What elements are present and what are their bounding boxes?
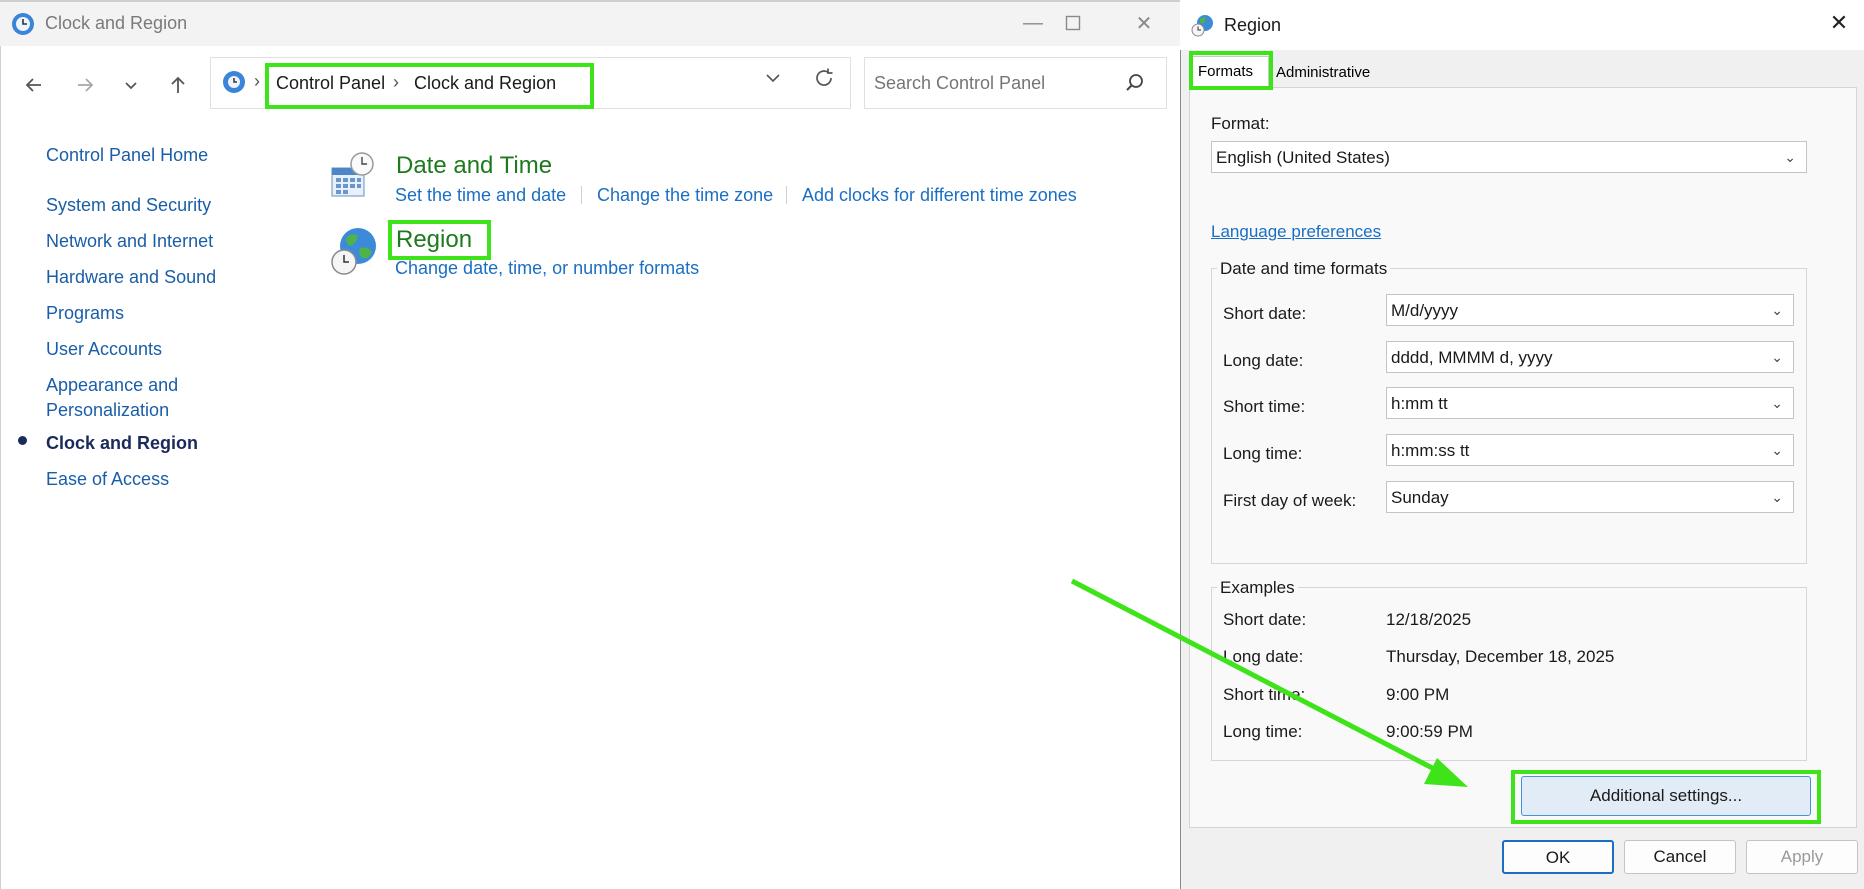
example-short-time-value: 9:00 PM xyxy=(1386,685,1450,704)
nav-appearance-line2[interactable]: Personalization xyxy=(46,400,169,421)
short-date-dropdown[interactable]: M/d/yyyy ⌄ xyxy=(1386,294,1794,326)
refresh-icon[interactable] xyxy=(810,66,838,94)
first-day-of-week-dropdown[interactable]: Sunday ⌄ xyxy=(1386,481,1794,513)
nav-ease-of-access[interactable]: Ease of Access xyxy=(46,469,169,490)
region-title-link[interactable]: Region xyxy=(396,226,472,254)
chevron-down-icon: ⌄ xyxy=(1771,489,1783,505)
example-short-date-label: Short date: xyxy=(1223,610,1307,629)
format-dropdown[interactable]: English (United States) ⌄ xyxy=(1211,141,1807,173)
short-time-label: Short time: xyxy=(1223,397,1306,416)
example-long-time-label: Long time: xyxy=(1223,722,1303,741)
examples-title: Examples xyxy=(1217,578,1298,598)
additional-settings-button[interactable]: Additional settings... xyxy=(1521,776,1811,816)
chevron-down-icon: ⌄ xyxy=(1784,149,1796,165)
nav-programs[interactable]: Programs xyxy=(46,303,124,324)
region-globe-icon xyxy=(331,228,376,275)
date-and-time-title[interactable]: Date and Time xyxy=(396,152,552,180)
long-time-label: Long time: xyxy=(1223,444,1303,463)
breadcrumb-separator: › xyxy=(254,71,260,91)
search-input[interactable] xyxy=(874,73,1094,94)
short-time-dropdown[interactable]: h:mm tt ⌄ xyxy=(1386,387,1794,419)
nav-appearance-line1[interactable]: Appearance and xyxy=(46,375,178,396)
apply-button[interactable]: Apply xyxy=(1746,840,1858,874)
back-arrow-icon[interactable] xyxy=(16,70,52,100)
desktop: Clock and Region — ✕ › Control Panel › C… xyxy=(0,0,1864,889)
date-and-time-icon xyxy=(331,152,374,197)
search-icon[interactable] xyxy=(1124,72,1146,94)
region-globe-icon xyxy=(1191,15,1213,37)
chevron-down-icon: ⌄ xyxy=(1771,349,1783,365)
chevron-down-icon: ⌄ xyxy=(1771,442,1783,458)
nav-system-and-security[interactable]: System and Security xyxy=(46,195,211,216)
chevron-down-icon: ⌄ xyxy=(1771,302,1783,318)
close-icon[interactable]: ✕ xyxy=(1121,8,1167,38)
format-label: Format: xyxy=(1211,114,1270,133)
control-panel-clock-icon xyxy=(12,13,34,35)
example-long-date-value: Thursday, December 18, 2025 xyxy=(1386,647,1615,666)
add-clocks-link[interactable]: Add clocks for different time zones xyxy=(802,185,1077,206)
set-time-and-date-link[interactable]: Set the time and date xyxy=(395,185,566,206)
long-date-dropdown[interactable]: dddd, MMMM d, yyyy ⌄ xyxy=(1386,341,1794,373)
example-long-time-value: 9:00:59 PM xyxy=(1386,722,1473,741)
example-long-date-label: Long date: xyxy=(1223,647,1304,666)
maximize-icon[interactable] xyxy=(1050,8,1096,38)
region-titlebar xyxy=(1180,0,1864,50)
control-panel-icon xyxy=(223,71,245,93)
language-preferences-link[interactable]: Language preferences xyxy=(1211,222,1381,242)
link-divider xyxy=(581,186,582,204)
long-time-dropdown[interactable]: h:mm:ss tt ⌄ xyxy=(1386,434,1794,466)
close-icon[interactable]: ✕ xyxy=(1822,10,1856,40)
nav-clock-and-region[interactable]: Clock and Region xyxy=(46,433,198,454)
selected-nav-bullet xyxy=(18,436,27,445)
long-date-label: Long date: xyxy=(1223,351,1304,370)
cp-window-title: Clock and Region xyxy=(45,13,188,33)
forward-arrow-icon[interactable] xyxy=(67,70,103,100)
example-short-time-label: Short time: xyxy=(1223,685,1306,704)
formats-tab-highlight-box xyxy=(1189,51,1273,90)
date-time-formats-title: Date and time formats xyxy=(1217,259,1391,279)
region-dialog-title: Region xyxy=(1224,15,1282,35)
short-date-label: Short date: xyxy=(1223,304,1307,323)
chevron-down-icon: ⌄ xyxy=(1771,395,1783,411)
first-day-of-week-label: First day of week: xyxy=(1223,491,1357,510)
change-formats-link[interactable]: Change date, time, or number formats xyxy=(395,258,699,279)
long-date-value: dddd, MMMM d, yyyy xyxy=(1391,348,1553,367)
nav-control-panel-home[interactable]: Control Panel Home xyxy=(46,145,208,166)
nav-network-and-internet[interactable]: Network and Internet xyxy=(46,231,213,252)
format-value: English (United States) xyxy=(1216,148,1390,167)
short-date-value: M/d/yyyy xyxy=(1391,301,1459,320)
ok-button[interactable]: OK xyxy=(1502,840,1614,874)
long-time-value: h:mm:ss tt xyxy=(1391,441,1470,460)
up-arrow-icon[interactable] xyxy=(160,70,196,100)
example-short-date-value: 12/18/2025 xyxy=(1386,610,1472,629)
breadcrumb-clock-and-region[interactable]: Clock and Region xyxy=(414,73,556,94)
short-time-value: h:mm tt xyxy=(1391,394,1448,413)
cancel-button[interactable]: Cancel xyxy=(1624,840,1736,874)
link-divider xyxy=(786,186,787,204)
nav-hardware-and-sound[interactable]: Hardware and Sound xyxy=(46,267,216,288)
first-day-of-week-value: Sunday xyxy=(1391,488,1449,507)
chevron-down-icon[interactable] xyxy=(113,70,149,100)
address-dropdown-icon[interactable] xyxy=(760,68,786,94)
nav-user-accounts[interactable]: User Accounts xyxy=(46,339,162,360)
breadcrumb-separator[interactable]: › xyxy=(393,72,399,93)
change-time-zone-link[interactable]: Change the time zone xyxy=(597,185,773,206)
tab-administrative[interactable]: Administrative xyxy=(1270,62,1376,86)
breadcrumb-control-panel[interactable]: Control Panel xyxy=(276,73,385,94)
